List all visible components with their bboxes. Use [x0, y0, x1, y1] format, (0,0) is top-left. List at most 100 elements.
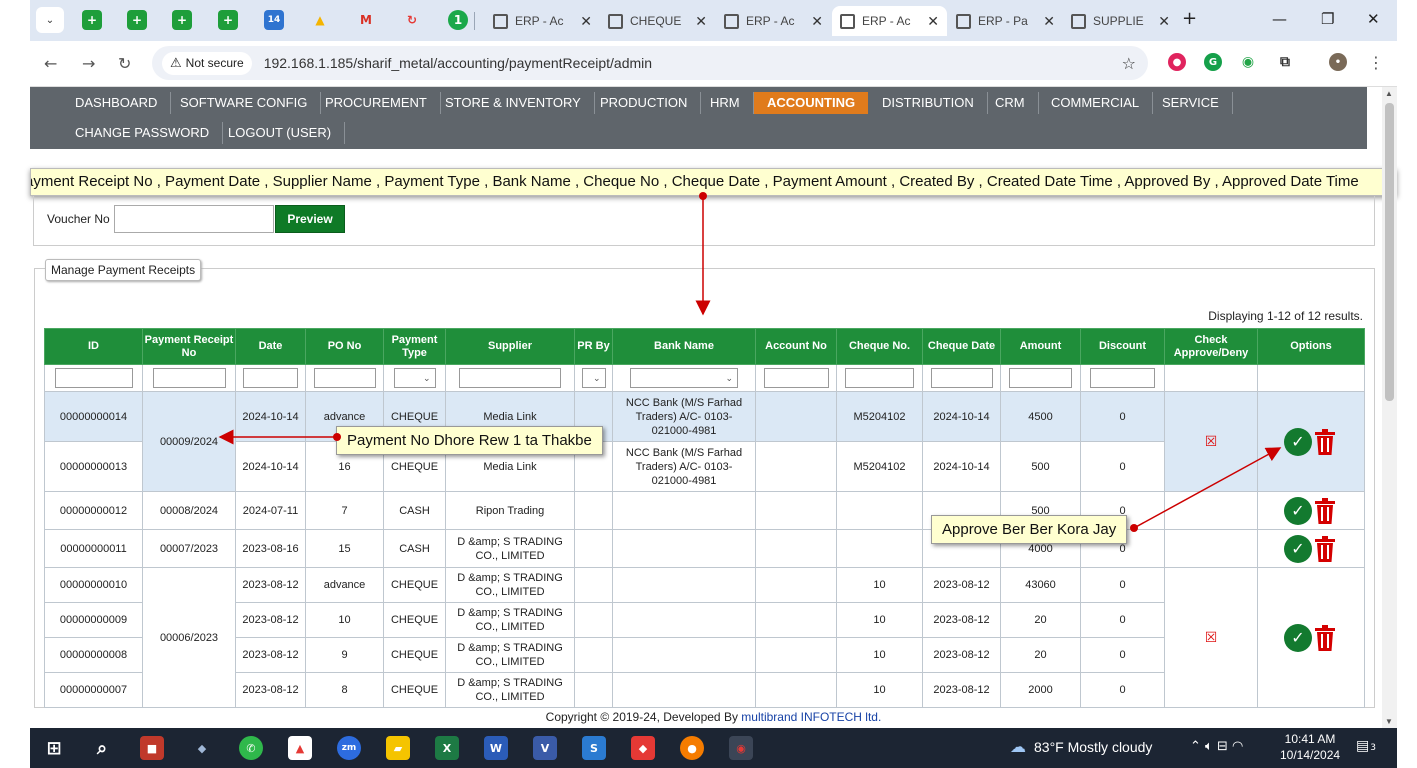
bookmark-star-icon[interactable]: ☆: [1122, 54, 1136, 73]
close-icon[interactable]: ✕: [927, 13, 939, 30]
weather-widget[interactable]: ☁ 83°F Mostly cloudy: [1010, 737, 1152, 757]
profile-avatar[interactable]: •: [1329, 53, 1347, 71]
menu-service[interactable]: SERVICE: [1149, 92, 1233, 114]
menu-crm[interactable]: CRM: [982, 92, 1039, 114]
sheets-pinned-tab-icon[interactable]: +: [127, 10, 147, 30]
clock[interactable]: 10:41 AM 10/14/2024: [1280, 731, 1340, 763]
delete-icon[interactable]: [1314, 624, 1336, 651]
sheets-pinned-tab-icon[interactable]: +: [218, 10, 238, 30]
more-menu-icon[interactable]: ⋮: [1368, 53, 1384, 72]
close-icon[interactable]: ✕: [695, 13, 707, 30]
forward-icon[interactable]: →: [82, 54, 95, 73]
files-icon[interactable]: ◆: [190, 736, 214, 760]
chrome-icon[interactable]: ◉: [729, 736, 753, 760]
new-tab-button[interactable]: +: [1182, 8, 1197, 29]
sticky-notes-icon[interactable]: ▰: [386, 736, 410, 760]
filter-cheque-no-input[interactable]: [845, 368, 914, 388]
deny-icon[interactable]: ☒: [1205, 434, 1218, 450]
calendar-pinned-tab-icon[interactable]: 14: [264, 10, 284, 30]
refresh-app-pinned-tab-icon[interactable]: ↻: [402, 10, 422, 30]
filter-type-select[interactable]: ⌄: [393, 368, 436, 388]
back-icon[interactable]: ←: [44, 54, 57, 73]
windows-start-icon[interactable]: ⊞: [42, 736, 66, 760]
restore-icon[interactable]: ❐: [1321, 10, 1334, 28]
close-icon[interactable]: ✕: [1158, 13, 1170, 30]
preview-button[interactable]: Preview: [275, 205, 345, 233]
table-row[interactable]: 00000000014 00009/2024 2024-10-14 advanc…: [44, 391, 1365, 492]
app-pinned-tab-icon[interactable]: 1: [448, 10, 468, 30]
voucher-input[interactable]: [114, 205, 274, 233]
delete-icon[interactable]: [1314, 428, 1336, 455]
erp-app-icon[interactable]: ▲: [288, 736, 312, 760]
grammarly-icon[interactable]: G: [1204, 53, 1222, 71]
menu-accounting[interactable]: ACCOUNTING: [754, 92, 869, 114]
extension-icon[interactable]: ●: [1168, 53, 1186, 71]
tab-erp-active[interactable]: ERP - Ac ✕: [832, 6, 947, 36]
security-chip[interactable]: ⚠ Not secure: [162, 51, 252, 75]
visio-icon[interactable]: V: [533, 736, 557, 760]
approve-icon[interactable]: ✓: [1284, 496, 1312, 525]
filter-discount-input[interactable]: [1090, 368, 1155, 388]
tab-erp-pa[interactable]: ERP - Pa ✕: [948, 6, 1063, 36]
menu-procurement[interactable]: PROCUREMENT: [312, 92, 441, 114]
approve-icon[interactable]: ✓: [1284, 623, 1312, 652]
close-icon[interactable]: ✕: [580, 13, 592, 30]
gmail-pinned-tab-icon[interactable]: M: [356, 10, 376, 30]
filter-id-input[interactable]: [54, 368, 133, 388]
notifications-icon[interactable]: ▤3: [1356, 738, 1376, 754]
sheets-pinned-tab-icon[interactable]: +: [172, 10, 192, 30]
table-row[interactable]: 00000000012 00008/2024 2024-07-11 7 CASH…: [44, 491, 1365, 530]
system-tray-icons[interactable]: ⌃ 🔈︎ ⊟ ◠: [1190, 739, 1243, 754]
extension-eye-icon[interactable]: ◉: [1239, 53, 1257, 71]
filter-supplier-input[interactable]: [459, 368, 561, 388]
col-id[interactable]: ID: [44, 328, 143, 365]
menu-production[interactable]: PRODUCTION: [587, 92, 702, 114]
col-receipt-no[interactable]: Payment Receipt No: [142, 328, 236, 365]
tab-erp-2[interactable]: ERP - Ac ✕: [716, 6, 831, 36]
tab-supplier[interactable]: SUPPLIE ✕: [1063, 6, 1178, 36]
menu-commercial[interactable]: COMMERCIAL: [1038, 92, 1154, 114]
url-text[interactable]: 192.168.1.185/sharif_metal/accounting/pa…: [264, 55, 652, 71]
search-icon[interactable]: ⌕: [90, 736, 114, 760]
col-date[interactable]: Date: [235, 328, 306, 365]
col-supplier[interactable]: Supplier: [445, 328, 575, 365]
col-payment-type[interactable]: Payment Type: [383, 328, 446, 365]
tab-search-button[interactable]: ⌄: [36, 7, 64, 33]
table-row[interactable]: 00000000010 00006/2023 2023-08-12 advanc…: [44, 567, 1365, 708]
window-close-icon[interactable]: ✕: [1367, 10, 1380, 28]
close-icon[interactable]: ✕: [811, 13, 823, 30]
filter-account-input[interactable]: [763, 368, 829, 388]
col-pr-by[interactable]: PR By: [574, 328, 613, 365]
tab-erp-1[interactable]: ERP - Ac ✕: [485, 6, 600, 36]
col-discount[interactable]: Discount: [1080, 328, 1165, 365]
scrollbar-thumb[interactable]: [1385, 103, 1394, 401]
menu-store-inventory[interactable]: STORE & INVENTORY: [432, 92, 595, 114]
tab-cheque[interactable]: CHEQUE ✕: [600, 6, 715, 36]
table-row[interactable]: 00000000011 00007/2023 2023-08-16 15 CAS…: [44, 529, 1365, 568]
excel-icon[interactable]: X: [435, 736, 459, 760]
page-scrollbar[interactable]: ▲ ▼: [1382, 87, 1397, 728]
app-icon[interactable]: ■: [140, 736, 164, 760]
reload-icon[interactable]: ↻: [118, 54, 131, 73]
drive-pinned-tab-icon[interactable]: ▲: [310, 10, 330, 30]
col-cheque-date[interactable]: Cheque Date: [922, 328, 1001, 365]
filter-date-input[interactable]: [243, 368, 298, 388]
minimize-icon[interactable]: —: [1272, 10, 1287, 28]
menu-logout[interactable]: LOGOUT (USER): [215, 122, 346, 144]
zoom-icon[interactable]: zm: [337, 736, 361, 760]
col-po-no[interactable]: PO No: [305, 328, 384, 365]
menu-software-config[interactable]: SOFTWARE CONFIG: [167, 92, 322, 114]
deny-icon[interactable]: ☒: [1205, 630, 1218, 646]
anydesk-icon[interactable]: ◆: [631, 736, 655, 760]
filter-receipt-input[interactable]: [152, 368, 226, 388]
col-account-no[interactable]: Account No: [755, 328, 837, 365]
developer-link[interactable]: multibrand INFOTECH ltd.: [741, 710, 881, 724]
col-amount[interactable]: Amount: [1000, 328, 1081, 365]
delete-icon[interactable]: [1314, 497, 1336, 524]
firefox-icon[interactable]: ●: [680, 736, 704, 760]
sheets-pinned-tab-icon[interactable]: +: [82, 10, 102, 30]
extensions-puzzle-icon[interactable]: ⧉: [1276, 53, 1294, 71]
menu-hrm[interactable]: HRM: [697, 92, 754, 114]
approve-icon[interactable]: ✓: [1284, 427, 1312, 456]
filter-cheque-date-input[interactable]: [930, 368, 993, 388]
